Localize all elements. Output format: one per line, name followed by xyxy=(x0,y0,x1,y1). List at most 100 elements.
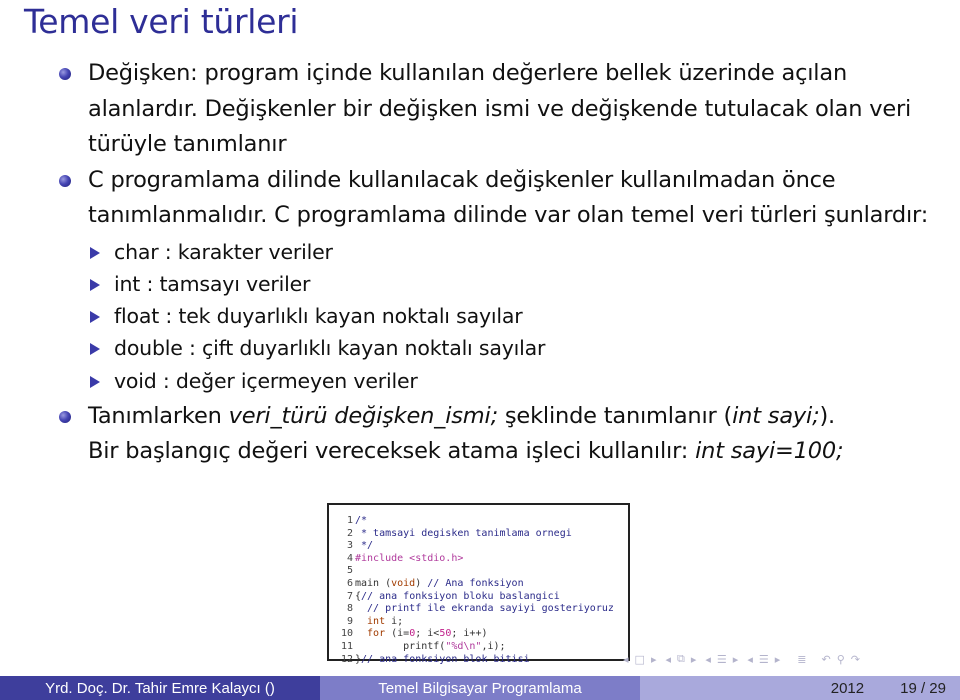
redo-icon[interactable]: ↷ xyxy=(851,653,860,666)
align-icon[interactable]: ≣ xyxy=(797,653,806,666)
search-icon[interactable]: ⚲ xyxy=(837,653,845,666)
nav-left-arrow-icon[interactable]: ◂ xyxy=(747,653,753,666)
code-token-comment: // Ana fonksiyon xyxy=(427,577,524,589)
line-number: 7 xyxy=(346,590,353,602)
decl-syntax: veri_türü değişken_ismi; xyxy=(228,402,499,429)
type-item-void: void : değer içermeyen veriler xyxy=(88,365,937,397)
nav-right-arrow-icon[interactable]: ▸ xyxy=(733,653,739,666)
code-token-plain: printf( xyxy=(355,640,446,652)
code-token-plain: ,i); xyxy=(481,640,506,652)
footer-author-section: Yrd. Doç. Dr. Tahir Emre Kalaycı () xyxy=(0,676,320,700)
code-line: 4 #include <stdio.h> xyxy=(337,553,628,566)
line-number: 3 xyxy=(346,540,353,552)
triangle-bullet-icon xyxy=(90,278,100,291)
code-token-str: "%d\n" xyxy=(445,640,482,652)
footer-author: Yrd. Doç. Dr. Tahir Emre Kalaycı () xyxy=(45,679,275,697)
nav-right-arrow-icon[interactable]: ▸ xyxy=(691,653,697,666)
nav-left-arrow-icon[interactable]: ◂ xyxy=(623,653,629,666)
line-number: 4 xyxy=(346,552,353,564)
type-list: char : karakter veriler int : tamsayı ve… xyxy=(88,236,937,397)
code-line: 2 * tamsayi degisken tanimlama ornegi xyxy=(337,528,628,541)
code-line: 8 // printf ile ekranda sayiyi gosteriyo… xyxy=(337,603,628,616)
footer-bar: Yrd. Doç. Dr. Tahir Emre Kalaycı () Teme… xyxy=(0,676,960,700)
code-token-comment: */ xyxy=(355,540,374,552)
footer-course-section: Temel Bilgisayar Programlama xyxy=(320,676,640,700)
bullet-item-variable: Değişken: program içinde kullanılan değe… xyxy=(57,56,937,163)
beamer-navigation-bar: ◂ □ ▸ ◂ ⧉ ▸ ◂ ☰ ▸ ◂ ☰ ▸ ≣ ↶ ⚲ ↷ xyxy=(620,651,863,667)
triangle-bullet-icon xyxy=(90,343,100,356)
code-line: 7 {// ana fonksiyon bloku baslangici xyxy=(337,591,628,604)
type-item-double: double : çift duyarlıklı kayan noktalı s… xyxy=(88,332,937,364)
line-number: 11 xyxy=(340,640,353,652)
code-screenshot: 1/* 2 * tamsayi degisken tanimlama ornegi… xyxy=(327,503,630,665)
bullet-icon xyxy=(59,174,71,187)
footer-year: 2012 xyxy=(830,679,865,697)
code-token-plain: ) xyxy=(415,577,428,589)
section-icon[interactable]: ☰ xyxy=(717,653,727,666)
nav-right-arrow-icon[interactable]: ▸ xyxy=(775,653,781,666)
nav-left-arrow-icon[interactable]: ◂ xyxy=(665,653,671,666)
code-token-comment: // printf ile ekranda sayiyi gosteriyoru… xyxy=(355,603,614,615)
code-token-comment: /* xyxy=(355,515,368,526)
line-number: 5 xyxy=(346,565,353,577)
code-token-num: 50 xyxy=(439,628,452,640)
bullet-item-declaration: Tanımlarken veri_türü değişken_ismi; şek… xyxy=(57,399,937,470)
line-number: 9 xyxy=(346,615,353,627)
nav-right-arrow-icon[interactable]: ▸ xyxy=(651,653,657,666)
decl-text-3: ). xyxy=(819,402,835,429)
undo-icon[interactable]: ↶ xyxy=(821,653,830,666)
bullet-icon xyxy=(59,410,71,423)
code-token-kw: for xyxy=(355,628,386,640)
bullet-text: Değişken: program içinde kullanılan değe… xyxy=(88,60,912,157)
code-line: 6 main (void) // Ana fonksiyon xyxy=(337,578,628,591)
code-token-plain: main ( xyxy=(355,577,392,589)
line-number: 2 xyxy=(346,527,353,539)
code-line: 12}// ana fonksiyon blok bitisi xyxy=(337,654,628,667)
footer-course: Temel Bilgisayar Programlama xyxy=(378,679,582,697)
code-line: 10 for (i=0; i<50; i++) xyxy=(337,628,628,641)
code-token-comment: // ana fonksiyon blok bitisi xyxy=(361,653,530,665)
init-example: int sayi=100; xyxy=(695,438,844,465)
footer-info-section: 2012 19 / 29 xyxy=(640,676,960,700)
footer-page-number: 19 / 29 xyxy=(900,679,946,697)
bullet-item-types: C programlama dilinde kullanılacak değiş… xyxy=(57,163,937,397)
code-line: 9 int i; xyxy=(337,616,628,629)
bullet-icon xyxy=(59,68,71,80)
type-item-char: char : karakter veriler xyxy=(88,236,937,268)
decl-text-2: şeklinde tanımlanır ( xyxy=(497,402,733,429)
code-token-comment: * tamsayi degisken tanimlama ornegi xyxy=(355,527,572,539)
type-item-text: float : tek duyarlıklı kayan noktalı say… xyxy=(114,304,523,329)
line-number: 1 xyxy=(346,515,353,526)
line-number: 8 xyxy=(346,603,353,615)
code-token-comment: // ana fonksiyon bloku baslangici xyxy=(361,590,560,602)
line-number: 10 xyxy=(340,628,353,640)
triangle-bullet-icon xyxy=(90,246,100,259)
code-token-plain: ; i++) xyxy=(451,628,488,640)
type-item-text: double : çift duyarlıklı kayan noktalı s… xyxy=(114,336,546,361)
code-line: 1/* xyxy=(337,515,628,528)
code-token-kw: int xyxy=(355,615,386,627)
subsection-icon[interactable]: ⧉ xyxy=(677,652,685,666)
nav-left-arrow-icon[interactable]: ◂ xyxy=(705,653,711,666)
decl-text-1: Tanımlarken xyxy=(88,402,229,429)
init-text: Bir başlangıç değeri vereceksek atama iş… xyxy=(88,438,696,465)
slide-title: Temel veri türleri xyxy=(24,2,299,41)
code-token-plain: ; i< xyxy=(415,628,440,640)
line-number: 12 xyxy=(340,653,353,665)
slide-body: Değişken: program içinde kullanılan değe… xyxy=(57,56,937,470)
triangle-bullet-icon xyxy=(90,311,100,324)
type-item-text: void : değer içermeyen veriler xyxy=(114,368,418,393)
code-token-kw: void xyxy=(391,577,416,589)
code-token-pre: #include <stdio.h> xyxy=(355,552,464,564)
type-item-text: char : karakter veriler xyxy=(114,239,333,264)
decl-example: int sayi; xyxy=(732,402,820,429)
type-item-text: int : tamsayı veriler xyxy=(114,271,311,296)
frame-icon[interactable]: □ xyxy=(635,653,645,666)
code-token-plain: i; xyxy=(385,615,404,627)
triangle-bullet-icon xyxy=(90,375,100,388)
toc-icon[interactable]: ☰ xyxy=(759,653,769,666)
code-line: 11 printf("%d\n",i); xyxy=(337,641,628,654)
code-line: 3 */ xyxy=(337,540,628,553)
code-line: 5 xyxy=(337,565,628,578)
line-number: 6 xyxy=(346,577,353,589)
